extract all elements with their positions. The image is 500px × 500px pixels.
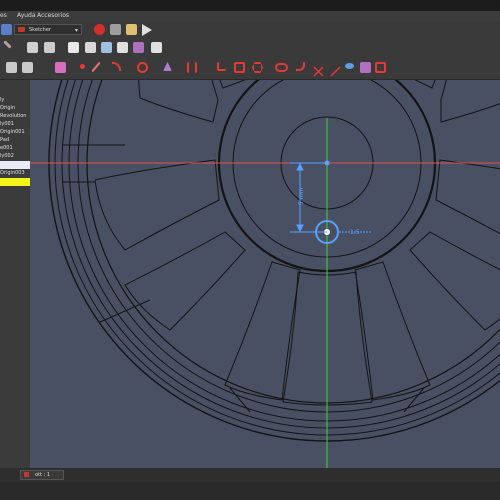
construction-mode-icon[interactable] xyxy=(375,62,386,73)
toolbar-sketcher xyxy=(0,57,500,80)
external-geometry-icon[interactable] xyxy=(345,63,354,69)
menu-item-accesorios[interactable]: Accesorios xyxy=(37,11,69,21)
outer-rim-ring xyxy=(54,80,500,436)
circle-icon[interactable] xyxy=(137,62,148,73)
execute-macro-icon[interactable] xyxy=(142,24,152,36)
outer-rim-ring xyxy=(61,80,500,429)
toolbar-workbench: Sketcher ▾ xyxy=(0,21,500,39)
horizontal-dimension-label: 1.5 xyxy=(350,229,360,236)
tree-item[interactable]: Origin xyxy=(0,104,30,112)
inner-rim-ring xyxy=(86,80,500,404)
outer-rim-ring xyxy=(48,80,500,442)
arc-icon[interactable] xyxy=(112,62,121,71)
workbench-label: Sketcher xyxy=(29,27,51,33)
polyline-icon[interactable] xyxy=(217,62,226,71)
document-icon xyxy=(24,472,29,477)
tab-document[interactable]: ott : 1 xyxy=(20,470,64,480)
title-bar xyxy=(0,0,500,11)
tree-item-editing[interactable] xyxy=(0,178,30,186)
3d-viewport[interactable]: 5 mm 1.5 xyxy=(30,80,500,468)
tree-item-selected[interactable] xyxy=(0,161,30,169)
extend-icon[interactable] xyxy=(330,62,341,77)
tree-item[interactable]: ly xyxy=(0,96,30,104)
whats-this-icon[interactable] xyxy=(1,24,12,35)
model-tree: ly Origin Revolution ly001 Origin001 Pad… xyxy=(0,80,30,468)
tree-item[interactable]: ly001 xyxy=(0,120,30,128)
tree-item[interactable]: Revolution xyxy=(0,112,30,120)
pencil-icon[interactable] xyxy=(3,40,12,49)
view-section-icon[interactable] xyxy=(22,62,33,73)
part-icon[interactable] xyxy=(27,42,38,53)
record-macro-icon[interactable] xyxy=(94,24,105,35)
constraint-mode-icon[interactable] xyxy=(55,62,66,73)
fillet-icon[interactable] xyxy=(296,62,305,71)
folder-icon[interactable] xyxy=(44,42,55,53)
rectangle-icon[interactable] xyxy=(234,62,245,73)
conic-icon[interactable] xyxy=(163,62,172,71)
validate-sketch-icon[interactable] xyxy=(151,42,162,53)
import-icon[interactable] xyxy=(101,42,112,53)
tab-label: ott : 1 xyxy=(35,472,51,478)
carbon-copy-icon[interactable] xyxy=(360,62,371,73)
export-icon[interactable] xyxy=(85,42,96,53)
body-icon[interactable] xyxy=(68,42,79,53)
view-sketch-icon[interactable] xyxy=(6,62,17,73)
tree-item[interactable]: Origin001 xyxy=(0,128,30,136)
menu-item-help-partial[interactable]: es xyxy=(0,11,7,21)
polygon-icon[interactable] xyxy=(252,62,263,73)
vertical-dimension-label: 5 mm xyxy=(298,187,305,205)
point-icon[interactable] xyxy=(80,64,85,69)
trim-icon[interactable] xyxy=(313,62,324,77)
status-bar xyxy=(0,482,500,500)
chevron-down-icon: ▾ xyxy=(74,27,78,34)
tree-item[interactable]: Origin003 xyxy=(0,169,30,177)
tree-item[interactable]: e001 xyxy=(0,144,30,152)
spoke-windows xyxy=(62,80,500,413)
map-sketch-icon[interactable] xyxy=(133,42,144,53)
toolbar-part xyxy=(0,39,500,57)
bspline-icon[interactable] xyxy=(187,62,197,73)
sketcher-icon xyxy=(18,27,25,32)
stop-macro-icon[interactable] xyxy=(110,24,121,35)
outer-rim-ring xyxy=(68,80,500,422)
menu-bar: es Ayuda Accesorios xyxy=(0,11,500,21)
tree-item[interactable]: ly002 xyxy=(0,152,30,160)
line-icon[interactable] xyxy=(91,61,101,73)
slot-icon[interactable] xyxy=(275,63,288,72)
edit-macro-icon[interactable] xyxy=(126,24,137,35)
document-tab-bar: ott : 1 xyxy=(0,468,500,482)
menu-item-ayuda[interactable]: Ayuda xyxy=(17,11,36,21)
workbench-selector[interactable]: Sketcher ▾ xyxy=(14,24,82,35)
sketch-canvas[interactable]: 5 mm 1.5 xyxy=(30,80,500,468)
create-sketch-icon[interactable] xyxy=(117,42,128,53)
tree-item[interactable]: Pad xyxy=(0,136,30,144)
